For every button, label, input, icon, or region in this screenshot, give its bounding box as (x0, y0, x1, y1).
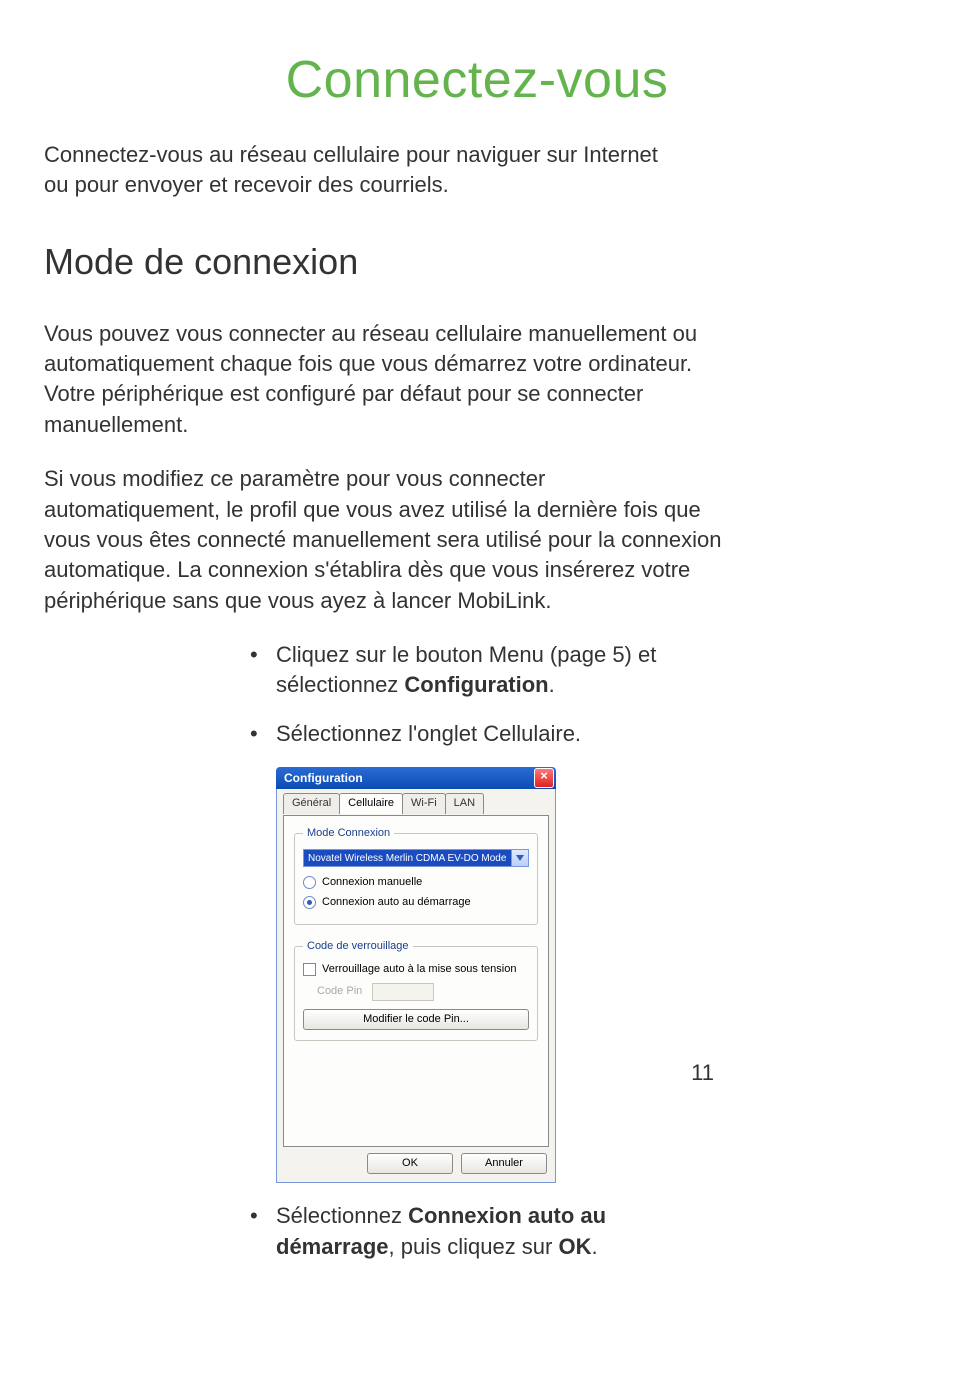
auto-lock-checkbox[interactable] (303, 963, 316, 976)
steps-list: Cliquez sur le bouton Menu (page 5) et s… (244, 640, 724, 1262)
step-3-pre: Sélectionnez (276, 1203, 408, 1228)
radio-manual-row[interactable]: Connexion manuelle (303, 875, 529, 890)
pin-input[interactable] (372, 983, 434, 1001)
manual-page: Connectez-vous Connectez-vous au réseau … (0, 0, 954, 1397)
radio-manual[interactable] (303, 876, 316, 889)
page-title: Connectez-vous (44, 50, 910, 110)
radio-auto-row[interactable]: Connexion auto au démarrage (303, 895, 529, 910)
pin-label: Code Pin (317, 984, 362, 999)
step-3-mid: , puis cliquez sur (389, 1234, 559, 1259)
step-3-bold-2: OK (558, 1234, 591, 1259)
intro-paragraph: Connectez-vous au réseau cellulaire pour… (44, 140, 684, 201)
auto-lock-row[interactable]: Verrouillage auto à la mise sous tension (303, 962, 529, 977)
close-button[interactable]: × (534, 768, 554, 788)
step-1-post: . (549, 672, 555, 697)
pin-row: Code Pin (317, 983, 529, 1001)
radio-auto-label: Connexion auto au démarrage (322, 895, 471, 910)
configuration-dialog: Configuration × Général Cellulaire Wi-Fi… (276, 767, 556, 1183)
embedded-dialog: Configuration × Général Cellulaire Wi-Fi… (276, 767, 724, 1183)
dialog-body: Général Cellulaire Wi-Fi LAN Mode Connex… (276, 789, 556, 1183)
group-lock-legend: Code de verrouillage (303, 939, 413, 954)
dropdown-arrow-button[interactable] (511, 849, 529, 867)
section-heading: Mode de connexion (44, 241, 910, 283)
paragraph-1: Vous pouvez vous connecter au réseau cel… (44, 319, 724, 440)
group-lock-code: Code de verrouillage Verrouillage auto à… (294, 939, 538, 1042)
radio-manual-label: Connexion manuelle (322, 875, 422, 890)
step-3-post: . (591, 1234, 597, 1259)
dialog-button-row: OK Annuler (283, 1147, 549, 1176)
step-2-figure: Configuration × Général Cellulaire Wi-Fi… (244, 767, 724, 1183)
tabs-row: Général Cellulaire Wi-Fi LAN (283, 793, 549, 814)
tab-lan[interactable]: LAN (445, 793, 484, 814)
step-1: Cliquez sur le bouton Menu (page 5) et s… (244, 640, 724, 701)
device-dropdown[interactable]: Novatel Wireless Merlin CDMA EV-DO Mode (303, 849, 529, 867)
step-1-bold: Configuration (404, 672, 548, 697)
group-mode-connexion: Mode Connexion Novatel Wireless Merlin C… (294, 826, 538, 925)
group-mode-legend: Mode Connexion (303, 826, 394, 841)
radio-auto[interactable] (303, 896, 316, 909)
cancel-button[interactable]: Annuler (461, 1153, 547, 1174)
tab-cellulaire[interactable]: Cellulaire (339, 793, 403, 814)
chevron-down-icon (516, 855, 524, 861)
dialog-title: Configuration (284, 770, 363, 787)
step-2: Sélectionnez l'onglet Cellulaire. (244, 719, 724, 749)
ok-button[interactable]: OK (367, 1153, 453, 1174)
auto-lock-label: Verrouillage auto à la mise sous tension (322, 962, 516, 977)
device-dropdown-value: Novatel Wireless Merlin CDMA EV-DO Mode (303, 849, 511, 867)
paragraph-2: Si vous modifiez ce paramètre pour vous … (44, 464, 724, 616)
dialog-titlebar: Configuration × (276, 767, 556, 789)
step-3: Sélectionnez Connexion auto au démarrage… (244, 1201, 724, 1262)
tab-pane-cellulaire: Mode Connexion Novatel Wireless Merlin C… (283, 815, 549, 1147)
tab-wifi[interactable]: Wi-Fi (402, 793, 446, 814)
modify-pin-button[interactable]: Modifier le code Pin... (303, 1009, 529, 1030)
tab-general[interactable]: Général (283, 793, 340, 814)
page-number: 11 (691, 1060, 714, 1086)
